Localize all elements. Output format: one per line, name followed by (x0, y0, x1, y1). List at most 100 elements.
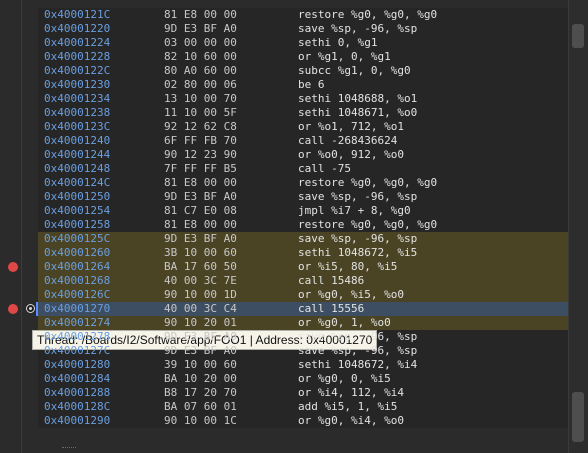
row-address: 0x40001254 (44, 204, 111, 217)
row-instruction: save %sp, -96, %sp (298, 190, 418, 203)
row-address: 0x40001290 (44, 414, 111, 427)
row-bytes: 81 E8 00 00 (164, 176, 237, 189)
disassembly-row[interactable]: 0x4000127C 9D E3 BF A0 save %sp, -96, %sp (38, 344, 568, 358)
row-instruction: sethi 1048672, %i5 (298, 246, 418, 259)
row-address: 0x4000128C (44, 400, 111, 413)
row-bytes: 90 10 00 1D (164, 288, 237, 301)
row-instruction: jmpl %i7 + 8, %g0 (298, 204, 411, 217)
row-bytes: 9D E3 BF A0 (164, 344, 237, 357)
row-bytes: 9D E3 BF A0 (164, 232, 237, 245)
disassembly-row[interactable]: 0x4000121C 81 E8 00 00 restore %g0, %g0, %… (38, 8, 568, 22)
disassembly-row[interactable]: 0x40001278 9D E3 BF A0 save %sp, -96, %sp (38, 330, 568, 344)
row-bytes: 9D E3 BF A0 (164, 190, 237, 203)
disassembly-row[interactable]: 0x40001258 81 E8 00 00 restore %g0, %g0, %… (38, 218, 568, 232)
row-bytes: 90 12 23 90 (164, 148, 237, 161)
row-address: 0x40001264 (44, 260, 111, 273)
row-bytes: 90 10 20 01 (164, 316, 237, 329)
disassembly-row[interactable]: 0x4000125C 9D E3 BF A0 save %sp, -96, %sp (38, 232, 568, 246)
disassembly-row[interactable]: 0x4000123C 92 12 62 C8 or %o1, 712, %o1 (38, 120, 568, 134)
row-instruction: sethi 0, %g1 (298, 36, 378, 49)
row-instruction: save %sp, -96, %sp (298, 344, 418, 357)
row-address: 0x40001220 (44, 22, 111, 35)
row-instruction: or %g0, %i5, %o0 (298, 288, 404, 301)
row-bytes: 82 10 60 00 (164, 50, 237, 63)
disassembly-row[interactable]: 0x40001234 13 10 00 70 sethi 1048688, %o1 (38, 92, 568, 106)
row-instruction: restore %g0, %g0, %g0 (298, 176, 438, 189)
row-bytes: BA 10 20 00 (164, 372, 237, 385)
disassembly-row[interactable]: 0x4000122C 80 A0 60 00 subcc %g1, 0, %g0 (38, 64, 568, 78)
row-instruction: or %o1, 712, %o1 (298, 120, 404, 133)
disassembly-row[interactable]: 0x40001220 9D E3 BF A0 save %sp, -96, %sp (38, 22, 568, 36)
row-bytes: 92 12 62 C8 (164, 120, 237, 133)
disassembly-row[interactable]: 0x40001238 11 10 00 5F sethi 1048671, %o0 (38, 106, 568, 120)
row-instruction: call -268436624 (298, 134, 398, 147)
row-address: 0x40001234 (44, 92, 111, 105)
row-bytes: 6F FF FB 70 (164, 134, 237, 147)
row-address: 0x40001258 (44, 218, 111, 231)
row-instruction: call 15486 (298, 274, 365, 287)
disassembly-row[interactable]: 0x40001244 90 12 23 90 or %o0, 912, %o0 (38, 148, 568, 162)
row-bytes: 9D E3 BF A0 (164, 330, 237, 343)
disassembly-row[interactable]: 0x40001288 B8 17 20 70 or %i4, 112, %i4 (38, 386, 568, 400)
disassembly-row[interactable]: 0x40001280 39 10 00 60 sethi 1048672, %i4 (38, 358, 568, 372)
row-instruction: or %g1, 0, %g1 (298, 50, 391, 63)
disassembly-row[interactable]: 0x40001274 90 10 20 01 or %g0, 1, %o0 (38, 316, 568, 330)
disassembly-row[interactable]: 0x40001248 7F FF FF B5 call -75 (38, 162, 568, 176)
row-address: 0x4000123C (44, 120, 111, 133)
row-bytes: 40 00 3C 7E (164, 274, 237, 287)
row-instruction: or %i4, 112, %i4 (298, 386, 404, 399)
disassembly-row[interactable]: 0x40001240 6F FF FB 70 call -268436624 (38, 134, 568, 148)
disassembly-row[interactable]: 0x40001284 BA 10 20 00 or %g0, 0, %i5 (38, 372, 568, 386)
resize-grip[interactable] (62, 447, 76, 451)
disassembly-row[interactable]: 0x40001270 40 00 3C C4 call 15556 (38, 302, 568, 316)
row-address: 0x40001244 (44, 148, 111, 161)
disassembly-row[interactable]: 0x40001228 82 10 60 00 or %g1, 0, %g1 (38, 50, 568, 64)
disassembly-row[interactable]: 0x4000124C 81 E8 00 00 restore %g0, %g0, %… (38, 176, 568, 190)
row-address: 0x40001270 (44, 302, 111, 315)
row-address: 0x40001250 (44, 190, 111, 203)
disassembly-row[interactable]: 0x40001268 40 00 3C 7E call 15486 (38, 274, 568, 288)
row-bytes: 81 E8 00 00 (164, 8, 237, 21)
row-instruction: save %sp, -96, %sp (298, 232, 418, 245)
vertical-scrollbar[interactable] (568, 0, 588, 453)
breakpoint-gutter[interactable] (0, 0, 22, 453)
breakpoint-icon[interactable] (8, 304, 18, 314)
row-bytes: 80 A0 60 00 (164, 64, 237, 77)
disassembly-row[interactable]: 0x40001264 BA 17 60 50 or %i5, 80, %i5 (38, 260, 568, 274)
row-bytes: 81 E8 00 00 (164, 218, 237, 231)
row-bytes: 40 00 3C C4 (164, 302, 237, 315)
disassembly-row[interactable]: 0x40001260 3B 10 00 60 sethi 1048672, %i5 (38, 246, 568, 260)
row-address: 0x40001230 (44, 78, 111, 91)
row-instruction: restore %g0, %g0, %g0 (298, 218, 438, 231)
disassembly-row[interactable]: 0x40001224 03 00 00 00 sethi 0, %g1 (38, 36, 568, 50)
row-instruction: save %sp, -96, %sp (298, 22, 418, 35)
row-instruction: restore %g0, %g0, %g0 (298, 8, 438, 21)
row-bytes: BA 17 60 50 (164, 260, 237, 273)
disassembly-row[interactable]: 0x40001250 9D E3 BF A0 save %sp, -96, %sp (38, 190, 568, 204)
row-instruction: or %o0, 912, %o0 (298, 148, 404, 161)
row-bytes: B8 17 20 70 (164, 386, 237, 399)
row-instruction: call 15556 (298, 302, 365, 315)
disassembly-row[interactable]: 0x40001230 02 80 00 06 be 6 (38, 78, 568, 92)
row-address: 0x40001238 (44, 106, 111, 119)
scroll-thumb-lower[interactable] (572, 392, 584, 442)
scroll-thumb[interactable] (572, 24, 584, 48)
row-instruction: or %g0, 0, %i5 (298, 372, 391, 385)
row-bytes: 02 80 00 06 (164, 78, 237, 91)
row-instruction: sethi 1048672, %i4 (298, 358, 418, 371)
row-address: 0x40001280 (44, 358, 111, 371)
row-address: 0x40001288 (44, 386, 111, 399)
row-address: 0x40001268 (44, 274, 111, 287)
row-bytes: 13 10 00 70 (164, 92, 237, 105)
row-instruction: or %g0, %i4, %o0 (298, 414, 404, 427)
disassembly-row[interactable]: 0x4000128C BA 07 60 01 add %i5, 1, %i5 (38, 400, 568, 414)
row-address: 0x4000124C (44, 176, 111, 189)
row-address: 0x40001278 (44, 330, 111, 343)
breakpoint-icon[interactable] (8, 262, 18, 272)
disassembly-row[interactable]: 0x40001254 81 C7 E0 08 jmpl %i7 + 8, %g0 (38, 204, 568, 218)
current-line-caret (36, 302, 38, 316)
row-bytes: 9D E3 BF A0 (164, 22, 237, 35)
row-address: 0x4000121C (44, 8, 111, 21)
disassembly-row[interactable]: 0x4000126C 90 10 00 1D or %g0, %i5, %o0 (38, 288, 568, 302)
disassembly-row[interactable]: 0x40001290 90 10 00 1C or %g0, %i4, %o0 (38, 414, 568, 428)
